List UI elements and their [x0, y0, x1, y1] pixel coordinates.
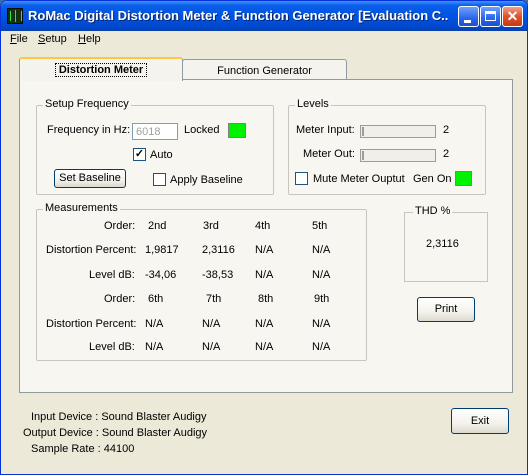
distortion-cell: 1,9817 — [145, 244, 179, 256]
meter-input-bar — [360, 125, 436, 138]
level-cell: N/A — [312, 341, 331, 353]
order-cell: 6th — [148, 293, 164, 305]
levels-group: Levels Meter Input: 2 Meter Out: 2 Mute … — [288, 98, 486, 195]
frequency-input[interactable]: 6018 — [132, 123, 178, 140]
level-cell: N/A — [312, 269, 331, 281]
locked-label: Locked — [184, 124, 220, 136]
menu-help[interactable]: Help — [78, 33, 101, 45]
meter-input-label: Meter Input: — [296, 124, 355, 136]
level-cell: -34,06 — [145, 269, 177, 281]
close-button[interactable]: ✕ — [502, 6, 523, 27]
auto-label: Auto — [150, 149, 173, 161]
distortion-cell: N/A — [312, 244, 331, 256]
app-icon[interactable] — [7, 8, 23, 24]
order-cell: 8th — [258, 293, 274, 305]
distortion-cell: N/A — [255, 318, 274, 330]
meter-out-value: 2 — [443, 148, 450, 160]
distortion-percent-label: Distortion Percent: — [46, 318, 137, 330]
minimize-button[interactable] — [458, 6, 479, 27]
minimize-icon — [464, 20, 471, 23]
level-cell: -38,53 — [202, 269, 234, 281]
auto-checkbox[interactable]: ✓ — [133, 148, 146, 161]
close-icon: ✕ — [506, 8, 519, 24]
level-cell: N/A — [145, 341, 164, 353]
tab-distortion-meter[interactable]: Distortion Meter — [19, 57, 183, 81]
setup-frequency-title: Setup Frequency — [43, 98, 131, 110]
gen-on-label: Gen On — [413, 173, 452, 185]
distortion-meter-panel: Setup Frequency Frequency in Hz: 6018 Lo… — [19, 79, 513, 393]
menu-setup[interactable]: Setup — [38, 33, 67, 45]
level-cell: N/A — [255, 341, 274, 353]
order-cell: 2nd — [148, 220, 167, 232]
order-label: Order: — [104, 220, 136, 232]
level-cell: N/A — [255, 269, 274, 281]
order-cell: 5th — [312, 220, 328, 232]
thd-group: THD % 2,3116 — [404, 205, 488, 282]
thd-title: THD % — [413, 205, 453, 217]
order-cell: 4th — [255, 220, 271, 232]
locked-indicator — [228, 123, 246, 138]
distortion-cell: N/A — [145, 318, 164, 330]
input-device-info: Input Device : Sound Blaster Audigy — [31, 411, 207, 423]
level-db-label: Level dB: — [89, 269, 135, 281]
meter-out-fill — [362, 151, 364, 160]
title-bar[interactable]: RoMac Digital Distortion Meter & Functio… — [1, 1, 527, 31]
main-window: RoMac Digital Distortion Meter & Functio… — [0, 0, 528, 475]
maximize-button[interactable] — [480, 6, 501, 27]
maximize-icon — [485, 11, 496, 21]
meter-input-fill — [362, 127, 364, 136]
frequency-label: Frequency in Hz: — [47, 124, 131, 136]
measurements-title: Measurements — [43, 202, 120, 214]
exit-button[interactable]: Exit — [451, 408, 509, 434]
meter-input-value: 2 — [443, 124, 450, 136]
sample-rate-info: Sample Rate : 44100 — [31, 443, 135, 455]
menu-file[interactable]: File — [10, 33, 28, 45]
set-baseline-button[interactable]: Set Baseline — [54, 169, 126, 188]
apply-baseline-checkbox[interactable] — [153, 173, 166, 186]
setup-frequency-group: Setup Frequency Frequency in Hz: 6018 Lo… — [36, 98, 274, 195]
window-title: RoMac Digital Distortion Meter & Functio… — [28, 8, 448, 23]
thd-value: 2,3116 — [426, 238, 459, 250]
distortion-percent-label: Distortion Percent: — [46, 244, 137, 256]
distortion-cell: N/A — [202, 318, 221, 330]
distortion-cell: N/A — [255, 244, 274, 256]
print-button[interactable]: Print — [417, 297, 475, 322]
order-cell: 3rd — [203, 220, 219, 232]
levels-title: Levels — [295, 98, 331, 110]
output-device-info: Output Device : Sound Blaster Audigy — [23, 427, 208, 439]
level-db-label: Level dB: — [89, 341, 135, 353]
tab-function-generator[interactable]: Function Generator — [182, 59, 347, 81]
apply-baseline-label: Apply Baseline — [170, 174, 243, 186]
order-cell: 7th — [206, 293, 222, 305]
gen-on-indicator — [455, 171, 472, 186]
mute-meter-output-checkbox[interactable] — [295, 172, 308, 185]
level-cell: N/A — [202, 341, 221, 353]
order-cell: 9th — [314, 293, 330, 305]
meter-out-bar — [360, 149, 436, 162]
distortion-cell: 2,3116 — [202, 244, 235, 256]
menu-bar: File Setup Help — [1, 31, 527, 49]
order-label: Order: — [104, 293, 136, 305]
meter-out-label: Meter Out: — [303, 148, 355, 160]
distortion-cell: N/A — [312, 318, 331, 330]
measurements-group: Measurements Order: 2nd 3rd 4th 5th Dist… — [36, 202, 367, 361]
mute-meter-output-label: Mute Meter Ouptut — [313, 173, 405, 185]
